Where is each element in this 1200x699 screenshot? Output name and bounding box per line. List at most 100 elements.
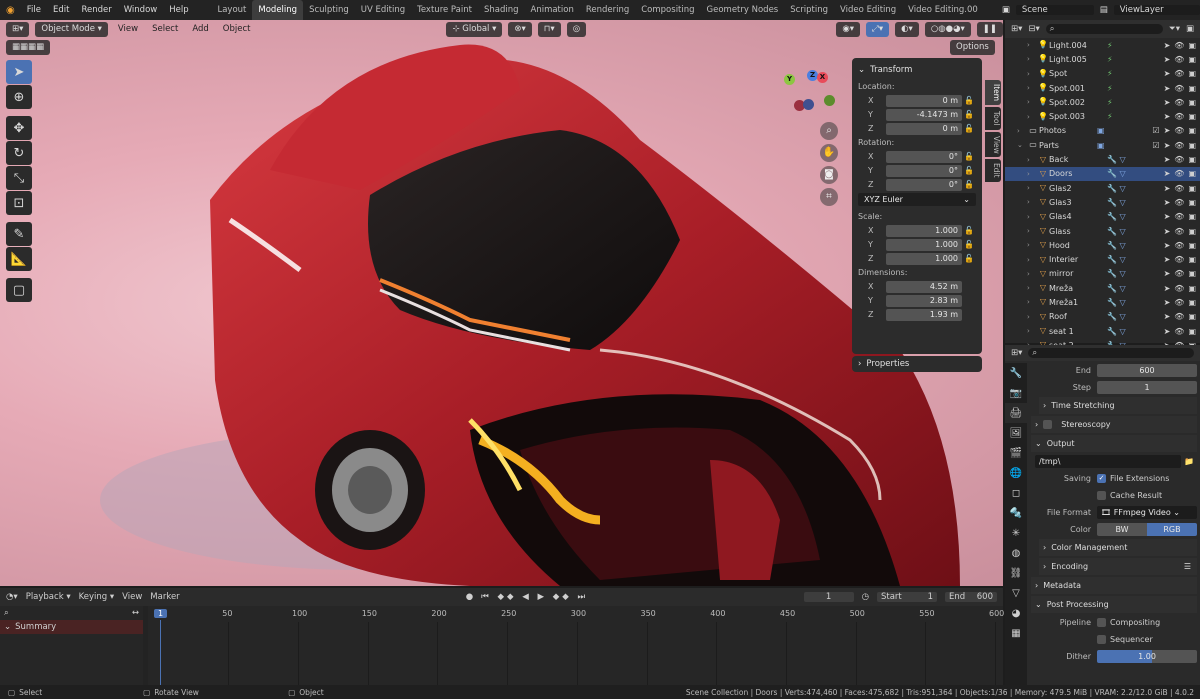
world-tab-icon[interactable]: 🌐 (1005, 463, 1027, 483)
rotate-tool-icon[interactable]: ↻ (6, 141, 32, 165)
dimensions-z-field[interactable]: Z 1.93 m (858, 308, 976, 321)
eye-icon[interactable]: 👁 (1174, 98, 1184, 107)
lock-icon[interactable]: 🔓 (962, 166, 976, 175)
viewport-menu-add[interactable]: Add (188, 24, 212, 34)
expand-arrow-icon[interactable]: ⌄ (1017, 141, 1027, 149)
time-stretching-section[interactable]: › Time Stretching (1039, 397, 1197, 414)
select-arrow-icon[interactable]: ➤ (1164, 298, 1171, 307)
select-arrow-icon[interactable]: ➤ (1164, 212, 1171, 221)
cache-result-checkbox[interactable] (1097, 491, 1106, 500)
color-rgb-button[interactable]: RGB (1147, 523, 1197, 536)
expand-arrow-icon[interactable]: › (1027, 213, 1037, 221)
expand-arrow-icon[interactable]: › (1027, 256, 1037, 264)
rotation-y-value[interactable]: 0° (886, 164, 962, 177)
camera-icon[interactable]: ▣ (1188, 126, 1196, 135)
outliner-row[interactable]: › ▽ Hood 🔧 ▽ ➤ 👁 ▣ (1005, 238, 1200, 252)
frame-step-field[interactable]: 1 (1097, 381, 1197, 394)
expand-arrow-icon[interactable]: › (1027, 284, 1037, 292)
record-icon[interactable]: ● (466, 592, 473, 602)
tab-scripting[interactable]: Scripting (784, 0, 834, 20)
measure-tool-icon[interactable]: 📐 (6, 247, 32, 271)
outliner-row[interactable]: ⌄ ▭ Parts ▣ ☑ ➤ 👁 ▣ (1005, 138, 1200, 152)
tab-edit[interactable]: Edit (985, 159, 1001, 182)
editor-type-icon[interactable]: ◔▾ (6, 592, 18, 602)
tab-texture-paint[interactable]: Texture Paint (411, 0, 478, 20)
file-extensions-checkbox[interactable]: ✓ (1097, 474, 1106, 483)
camera-icon[interactable]: ▣ (1188, 55, 1196, 64)
eye-icon[interactable]: 👁 (1174, 212, 1184, 221)
start-frame-field[interactable]: Start 1 (877, 592, 937, 602)
location-z-value[interactable]: 0 m (886, 122, 962, 135)
menu-window[interactable]: Window (118, 5, 164, 15)
output-section[interactable]: ⌄ Output (1031, 435, 1197, 452)
eye-icon[interactable]: 👁 (1174, 241, 1184, 250)
editor-type-button[interactable]: ⊞▾ (6, 21, 30, 37)
clock-icon[interactable]: ◷ (862, 592, 869, 602)
scene-name[interactable]: Scene (1015, 5, 1094, 15)
search-icon[interactable]: ⌕ (4, 608, 9, 618)
menu-file[interactable]: File (21, 5, 47, 15)
pan-hand-icon[interactable]: ✋ (820, 144, 838, 162)
tab-geometry-nodes[interactable]: Geometry Nodes (701, 0, 785, 20)
camera-icon[interactable]: ▣ (1188, 312, 1196, 321)
texture-tab-icon[interactable]: ▦ (1005, 623, 1027, 643)
scale-tool-icon[interactable]: ⤡ (6, 166, 32, 190)
outliner-row[interactable]: › ▽ Back 🔧 ▽ ➤ 👁 ▣ (1005, 152, 1200, 166)
tab-video-editing[interactable]: Video Editing (834, 0, 902, 20)
select-arrow-icon[interactable]: ➤ (1164, 198, 1171, 207)
expand-arrow-icon[interactable]: › (1027, 270, 1037, 278)
outliner-row[interactable]: › ▽ Interier 🔧 ▽ ➤ 👁 ▣ (1005, 252, 1200, 266)
eye-icon[interactable]: 👁 (1174, 141, 1184, 150)
expand-arrow-icon[interactable]: › (1027, 84, 1037, 92)
display-mode-icon[interactable]: ⊟▾ (1028, 24, 1039, 34)
checkbox-icon[interactable]: ☑ (1152, 126, 1159, 135)
scene-tab-icon[interactable]: 🎬 (1005, 443, 1027, 463)
expand-arrow-icon[interactable]: › (1017, 127, 1027, 135)
lock-icon[interactable]: 🔓 (962, 254, 976, 263)
expand-arrow-icon[interactable]: › (1027, 198, 1037, 206)
modifier-tab-icon[interactable]: 🔩 (1005, 503, 1027, 523)
location-y-field[interactable]: Y -4.1473 m 🔓 (858, 108, 976, 121)
gizmo-neg-y[interactable] (824, 95, 835, 106)
outliner-row[interactable]: › ▭ Photos ▣ ☑ ➤ 👁 ▣ (1005, 124, 1200, 138)
color-bw-button[interactable]: BW (1097, 523, 1147, 536)
expand-arrow-icon[interactable]: › (1027, 113, 1037, 121)
zoom-icon[interactable]: ⌕ (820, 122, 838, 140)
rotation-x-field[interactable]: X 0° 🔓 (858, 150, 976, 163)
tool-tab-icon[interactable]: 🔧 (1005, 363, 1027, 383)
outliner-item-name[interactable]: Glas2 (1049, 184, 1107, 193)
editor-type-icon[interactable]: ⊞▾ (1011, 24, 1022, 34)
select-arrow-icon[interactable]: ➤ (1164, 98, 1171, 107)
tab-video-editing-00[interactable]: Video Editing.00 (902, 0, 984, 20)
select-arrow-icon[interactable]: ➤ (1164, 227, 1171, 236)
outliner-item-name[interactable]: Back (1049, 155, 1107, 164)
eye-icon[interactable]: 👁 (1174, 55, 1184, 64)
outliner-row[interactable]: › ▽ Mreža 🔧 ▽ ➤ 👁 ▣ (1005, 281, 1200, 295)
tab-uv-editing[interactable]: UV Editing (355, 0, 411, 20)
timeline-menu-playback[interactable]: Playback ▾ (26, 592, 71, 602)
outliner-item-name[interactable]: Glass (1049, 227, 1107, 236)
outliner-item-name[interactable]: Spot.003 (1049, 112, 1107, 121)
list-icon[interactable]: ☰ (1184, 562, 1197, 571)
rotation-z-value[interactable]: 0° (886, 178, 962, 191)
rotation-y-field[interactable]: Y 0° 🔓 (858, 164, 976, 177)
eye-icon[interactable]: 👁 (1174, 255, 1184, 264)
outliner-item-name[interactable]: mirror (1049, 269, 1107, 278)
location-y-value[interactable]: -4.1473 m (886, 108, 962, 121)
select-arrow-icon[interactable]: ➤ (1164, 184, 1171, 193)
playhead-line[interactable] (160, 620, 161, 685)
scale-z-field[interactable]: Z 1.000 🔓 (858, 252, 976, 265)
select-arrow-icon[interactable]: ➤ (1164, 284, 1171, 293)
select-arrow-icon[interactable]: ➤ (1164, 169, 1171, 178)
outliner-item-name[interactable]: Spot.001 (1049, 84, 1107, 93)
options-button[interactable]: Options (950, 40, 995, 55)
camera-icon[interactable]: ▣ (1188, 255, 1196, 264)
eye-icon[interactable]: 👁 (1174, 284, 1184, 293)
object-tab-icon[interactable]: ◻ (1005, 483, 1027, 503)
select-arrow-icon[interactable]: ➤ (1164, 141, 1171, 150)
transform-header[interactable]: ⌄ Transform (858, 62, 976, 78)
camera-icon[interactable]: ▣ (1188, 41, 1196, 50)
expand-arrow-icon[interactable]: › (1027, 241, 1037, 249)
dimensions-y-value[interactable]: 2.83 m (886, 294, 962, 307)
scale-x-field[interactable]: X 1.000 🔓 (858, 224, 976, 237)
